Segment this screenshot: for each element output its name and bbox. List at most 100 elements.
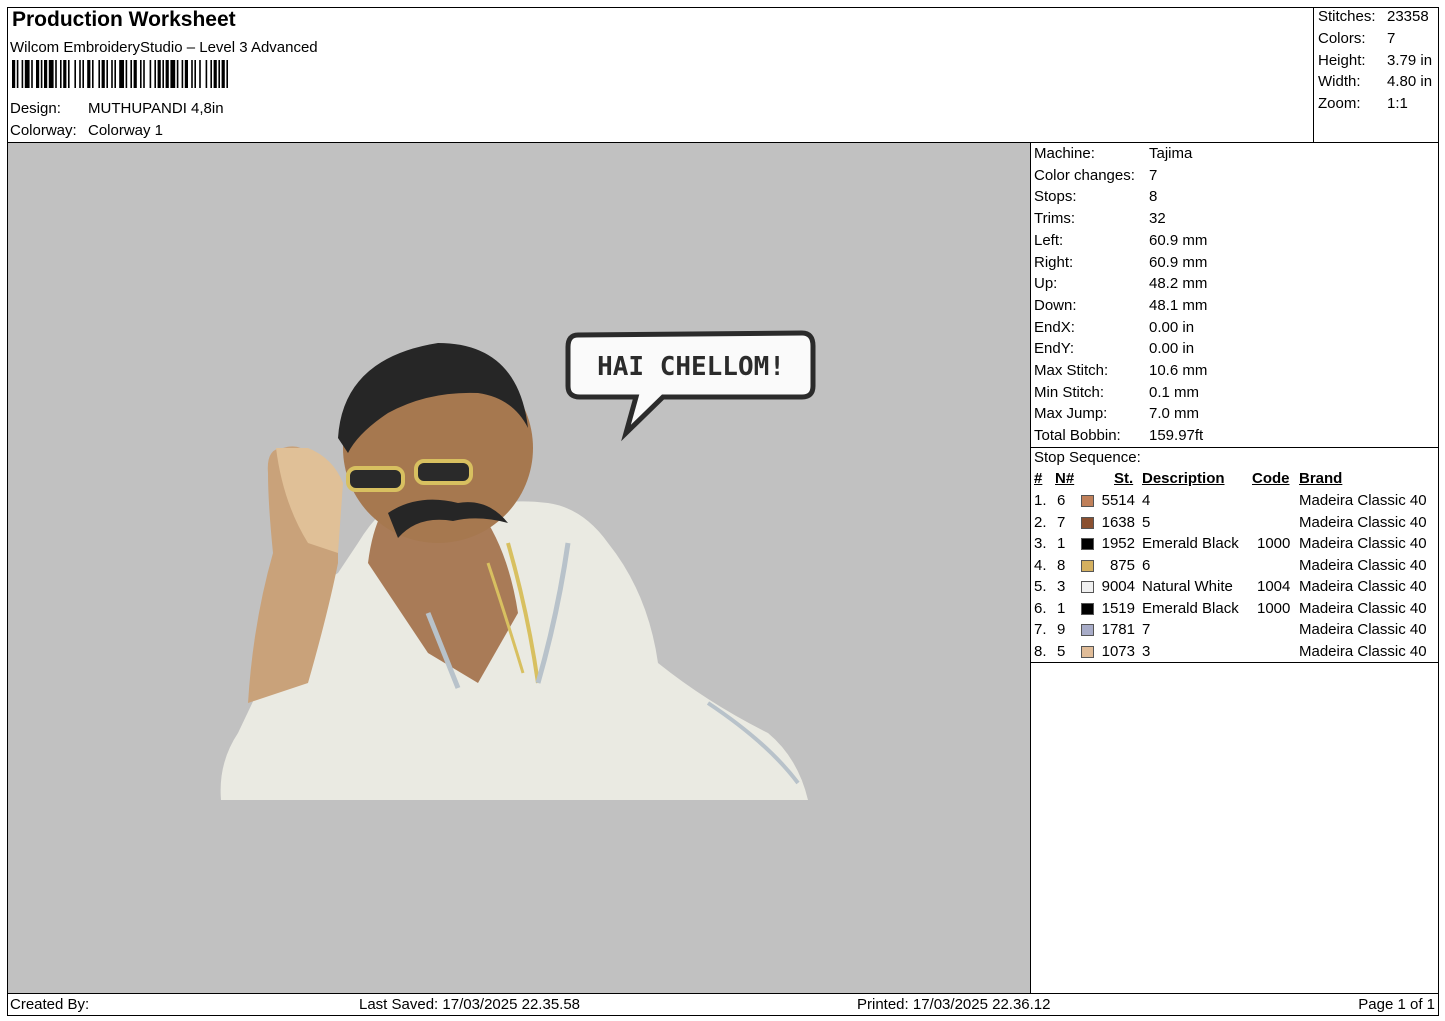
stop-cell-description: Emerald Black	[1142, 535, 1239, 552]
stop-cell-code: 1004	[1257, 578, 1291, 595]
stop-cell-st: 875	[1109, 556, 1135, 574]
machine-info-value: Tajima	[1149, 145, 1193, 162]
thread-color-swatch	[1081, 559, 1094, 572]
machine-info-value: 7	[1149, 166, 1158, 184]
stop-sequence-row: 1. 6 5514 4 Madeira Classic 40	[1031, 492, 1439, 513]
colorway-label: Colorway:	[10, 122, 77, 139]
stop-cell-brand: Madeira Classic 40	[1299, 621, 1427, 638]
stop-cell-needle: 8	[1057, 556, 1066, 574]
stop-cell-st: 5514	[1101, 492, 1135, 509]
stop-cell-index: 7.	[1034, 621, 1047, 638]
machine-info-label: Up:	[1034, 275, 1058, 293]
stop-cell-description: 6	[1142, 556, 1151, 574]
stop-cell-index: 2.	[1034, 513, 1047, 531]
stop-cell-index: 5.	[1034, 578, 1047, 595]
machine-info-label: Total Bobbin:	[1034, 427, 1121, 445]
machine-info-value: 60.9 mm	[1149, 253, 1208, 271]
stop-cell-st: 1638	[1101, 513, 1135, 531]
machine-info-value: 8	[1149, 188, 1158, 206]
summary-divider	[1313, 7, 1314, 143]
summary-label: Height:	[1318, 52, 1366, 69]
summary-label: Stitches:	[1318, 8, 1376, 25]
machine-info-row: Right: 60.9 mm	[1034, 254, 1207, 271]
machine-info-label: Min Stitch:	[1034, 383, 1105, 401]
stop-cell-brand: Madeira Classic 40	[1299, 599, 1427, 617]
stop-cell-needle: 1	[1057, 599, 1066, 617]
column-header-description: Description	[1142, 470, 1225, 487]
machine-info-value: 7.0 mm	[1149, 405, 1200, 423]
stop-cell-brand: Madeira Classic 40	[1299, 513, 1427, 531]
stop-cell-description: 7	[1142, 621, 1151, 638]
stop-cell-description: Natural White	[1142, 578, 1233, 595]
colorway-row: Colorway: Colorway 1	[10, 122, 163, 139]
machine-info-row: Color changes: 7	[1034, 167, 1157, 184]
thread-color-swatch	[1081, 495, 1094, 507]
machine-info-value: 48.2 mm	[1149, 275, 1208, 293]
stop-cell-brand: Madeira Classic 40	[1299, 578, 1427, 595]
design-label: Design:	[10, 100, 61, 117]
thread-color-swatch	[1081, 581, 1094, 593]
stop-cell-needle: 7	[1057, 513, 1066, 531]
stop-cell-brand: Madeira Classic 40	[1299, 535, 1427, 552]
machine-info-value: 0.00 in	[1149, 340, 1195, 358]
thread-color-swatch	[1081, 538, 1094, 550]
thread-color-swatch	[1081, 645, 1094, 658]
machine-info-row: Machine: Tajima	[1034, 145, 1192, 162]
thread-color-swatch	[1081, 602, 1094, 615]
stop-cell-code: 1000	[1257, 599, 1291, 617]
stop-cell-needle: 9	[1057, 621, 1066, 638]
summary-stitches: Stitches: 23358	[1318, 8, 1429, 25]
stop-sequence-row: 5. 3 9004 Natural White 1004 Madeira Classic …	[1031, 578, 1439, 599]
machine-info-row: Down: 48.1 mm	[1034, 297, 1207, 314]
machine-info-label: Color changes:	[1034, 166, 1135, 184]
summary-zoom: Zoom: 1:1	[1318, 95, 1408, 112]
summary-height: Height: 3.79 in	[1318, 52, 1432, 69]
stop-cell-index: 1.	[1034, 492, 1047, 509]
machine-info-row: Max Stitch: 10.6 mm	[1034, 362, 1207, 379]
design-row: Design: MUTHUPANDI 4,8in	[10, 100, 224, 117]
column-header-brand: Brand	[1299, 470, 1343, 487]
stop-sequence-row: 8. 5 1073 3 Madeira Classic 40	[1031, 643, 1439, 664]
summary-value: 23358	[1387, 8, 1429, 25]
column-header-code: Code	[1252, 470, 1290, 487]
stop-cell-st: 1073	[1101, 642, 1135, 660]
machine-info-value: 48.1 mm	[1149, 296, 1208, 314]
page-title: Production Worksheet	[12, 8, 236, 31]
machine-info-label: Trims:	[1034, 210, 1076, 228]
footer-created-by: Created By:	[10, 996, 90, 1013]
machine-info-row: Trims: 32	[1034, 210, 1166, 227]
stop-cell-needle: 1	[1057, 535, 1066, 552]
speech-bubble: HAI CHELLOM!	[565, 330, 816, 442]
stop-sequence-divider	[1031, 662, 1439, 663]
machine-info-label: Stops:	[1034, 188, 1077, 206]
colorway-value: Colorway 1	[88, 122, 164, 139]
machine-info-value: 0.00 in	[1149, 318, 1195, 336]
stop-cell-needle: 3	[1057, 578, 1066, 595]
stop-sequence-row: 7. 9 1781 7 Madeira Classic 40	[1031, 621, 1439, 642]
machine-info-row: Stops: 8	[1034, 188, 1157, 205]
machine-info-label: EndY:	[1034, 340, 1075, 358]
stop-cell-description: Emerald Black	[1142, 599, 1239, 617]
stop-cell-description: 3	[1142, 642, 1151, 660]
machine-info-value: 159.97ft	[1149, 427, 1204, 445]
column-header-needle: N#	[1055, 470, 1075, 487]
summary-value: 1:1	[1387, 95, 1408, 112]
stop-cell-brand: Madeira Classic 40	[1299, 492, 1427, 509]
design-preview-canvas: HAI CHELLOM!	[8, 143, 1030, 993]
machine-info-row: Min Stitch: 0.1 mm	[1034, 384, 1199, 401]
stop-cell-st: 1781	[1101, 621, 1135, 638]
stop-cell-index: 8.	[1034, 642, 1047, 660]
stop-cell-code: 1000	[1257, 535, 1291, 552]
machine-info-value: 32	[1149, 210, 1166, 228]
column-header-stitches: St.	[1114, 470, 1134, 487]
stop-sequence-row: 4. 8 875 6 Madeira Classic 40	[1031, 557, 1439, 578]
machine-info-value: 10.6 mm	[1149, 362, 1208, 379]
footer-last-saved: Last Saved: 17/03/2025 22.35.58	[359, 996, 581, 1013]
design-value: MUTHUPANDI 4,8in	[88, 100, 224, 117]
stop-cell-st: 9004	[1101, 578, 1135, 595]
stop-cell-description: 4	[1142, 492, 1151, 509]
figure	[220, 343, 808, 800]
machine-info-divider	[1031, 447, 1439, 448]
stop-cell-needle: 6	[1057, 492, 1066, 509]
stop-cell-brand: Madeira Classic 40	[1299, 642, 1427, 660]
